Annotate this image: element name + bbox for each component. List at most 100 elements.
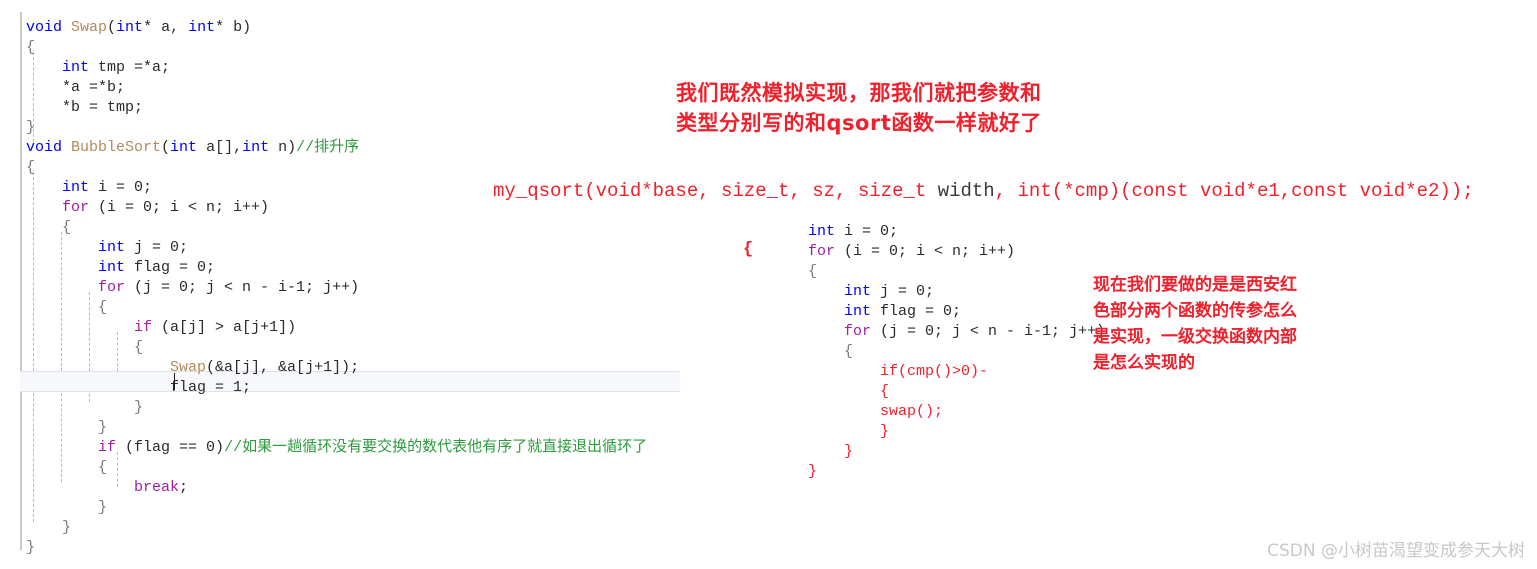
signature-token: width [937,180,995,202]
code-token: for [98,279,126,296]
code-line-right[interactable]: for (j = 0; j < n - i-1; j++) [772,322,1105,342]
code-line-left[interactable]: int tmp =*a; [26,58,647,78]
code-token: //如果一趟循环没有要交换的数代表他有序了就直接退出循环了 [224,439,648,456]
code-line-left[interactable]: { [26,38,647,58]
code-token: swap(); [880,403,944,420]
code-line-right[interactable]: int i = 0; [772,222,1105,242]
code-token: (a[j] > a[j+1]) [152,319,297,336]
code-line-right[interactable]: for (i = 0; i < n; i++) [772,242,1105,262]
code-token: void [26,139,72,156]
code-line-left[interactable]: } [26,418,647,438]
code-token: { [26,459,108,476]
code-line-right[interactable]: } [772,462,1105,482]
code-token: (&a[j], &a[j+1]); [206,359,360,376]
code-line-right[interactable]: { [772,382,1105,402]
code-token: { [26,39,36,56]
code-line-right[interactable]: { [772,262,1105,282]
code-token: flag = 0; [125,259,216,276]
annotation-top-red-text: 我们既然模拟实现，那我们就把参数和 类型分别写的和qsort函数一样就好了 [676,81,1042,135]
code-line-left[interactable]: } [26,398,647,418]
annotation-right-red-text: 现在我们要做的是是西安红 色部分两个函数的传参怎么 是实现，一级交换函数内部 是… [1093,275,1297,373]
left-editor-pane[interactable]: void Swap(int* a, int* b){ int tmp =*a; … [0,0,700,569]
code-line-right[interactable]: { [772,342,1105,362]
csdn-watermark: CSDN @小树苗渴望变成参天大树 [1267,541,1525,561]
code-token: flag = 1; [26,379,252,396]
code-line-left[interactable]: if (flag == 0)//如果一趟循环没有要交换的数代表他有序了就直接退出… [26,438,647,458]
code-line-left[interactable]: for (j = 0; j < n - i-1; j++) [26,278,647,298]
code-line-left[interactable]: int j = 0; [26,238,647,258]
code-token: if [98,439,117,456]
code-token: flag = 0; [871,303,962,320]
code-line-left[interactable]: *b = tmp; [26,98,647,118]
code-token: { [26,339,144,356]
code-token: } [26,419,108,436]
my-qsort-signature: my_qsort(void*base, size_t, sz, size_t w… [493,180,1474,202]
red-open-brace: { [743,240,754,259]
code-token: int [242,139,270,156]
right-code-text[interactable]: int i = 0; for (i = 0; i < n; i++) { int… [772,222,1105,482]
code-line-right[interactable]: int flag = 0; [772,302,1105,322]
code-line-left[interactable]: *a =*b; [26,78,647,98]
code-token: ( [107,19,117,36]
code-line-left[interactable]: break; [26,478,647,498]
code-line-left[interactable]: int flag = 0; [26,258,647,278]
code-line-left[interactable]: { [26,158,647,178]
code-token: n) [269,139,297,156]
code-token: * b) [215,19,252,36]
code-line-left[interactable]: { [26,458,647,478]
editor-gutter-line [20,12,22,550]
code-line-right[interactable]: } [772,422,1105,442]
code-token: (flag == 0) [116,439,225,456]
code-token: { [26,219,72,236]
code-line-left[interactable]: if (a[j] > a[j+1]) [26,318,647,338]
code-token: BubbleSort [71,139,162,156]
left-code-text[interactable]: void Swap(int* a, int* b){ int tmp =*a; … [26,18,647,558]
code-line-right[interactable]: swap(); [772,402,1105,422]
code-line-left[interactable]: } [26,118,647,138]
code-token: ; [179,479,189,496]
code-line-left[interactable]: } [26,538,647,558]
code-token: *b = tmp; [26,99,144,116]
code-line-left[interactable]: { [26,218,647,238]
code-line-left[interactable]: { [26,338,647,358]
code-token: (j = 0; j < n - i-1; j++) [125,279,360,296]
code-token: break [134,479,180,496]
code-line-left[interactable]: { [26,298,647,318]
code-token: } [26,519,72,536]
code-token: int [170,139,198,156]
code-token: int [188,19,216,36]
code-token: Swap [71,19,108,36]
code-line-left[interactable]: } [26,498,647,518]
code-token: int [62,59,90,76]
code-token: ( [161,139,171,156]
code-token: for [808,243,836,260]
code-token: } [26,119,36,136]
code-line-left[interactable]: flag = 1; [26,378,647,398]
signature-token: int(*cmp)(const void*e1,const void*e2)); [1017,180,1474,202]
code-line-right[interactable]: int j = 0; [772,282,1105,302]
code-token: int [98,239,126,256]
code-token: } [880,423,890,440]
code-line-right[interactable]: if(cmp()>0)- [772,362,1105,382]
code-line-left[interactable]: } [26,518,647,538]
code-token: int [844,283,872,300]
code-line-left[interactable]: void BubbleSort(int a[],int n)//排升序 [26,138,647,158]
code-line-left[interactable]: void Swap(int* a, int* b) [26,18,647,38]
code-token: int [62,179,90,196]
code-line-right[interactable]: } [772,442,1105,462]
signature-token: , [994,180,1018,202]
code-token: a[], [197,139,243,156]
code-token: for [844,323,872,340]
code-line-left[interactable]: Swap(&a[j], &a[j+1]); [26,358,647,378]
